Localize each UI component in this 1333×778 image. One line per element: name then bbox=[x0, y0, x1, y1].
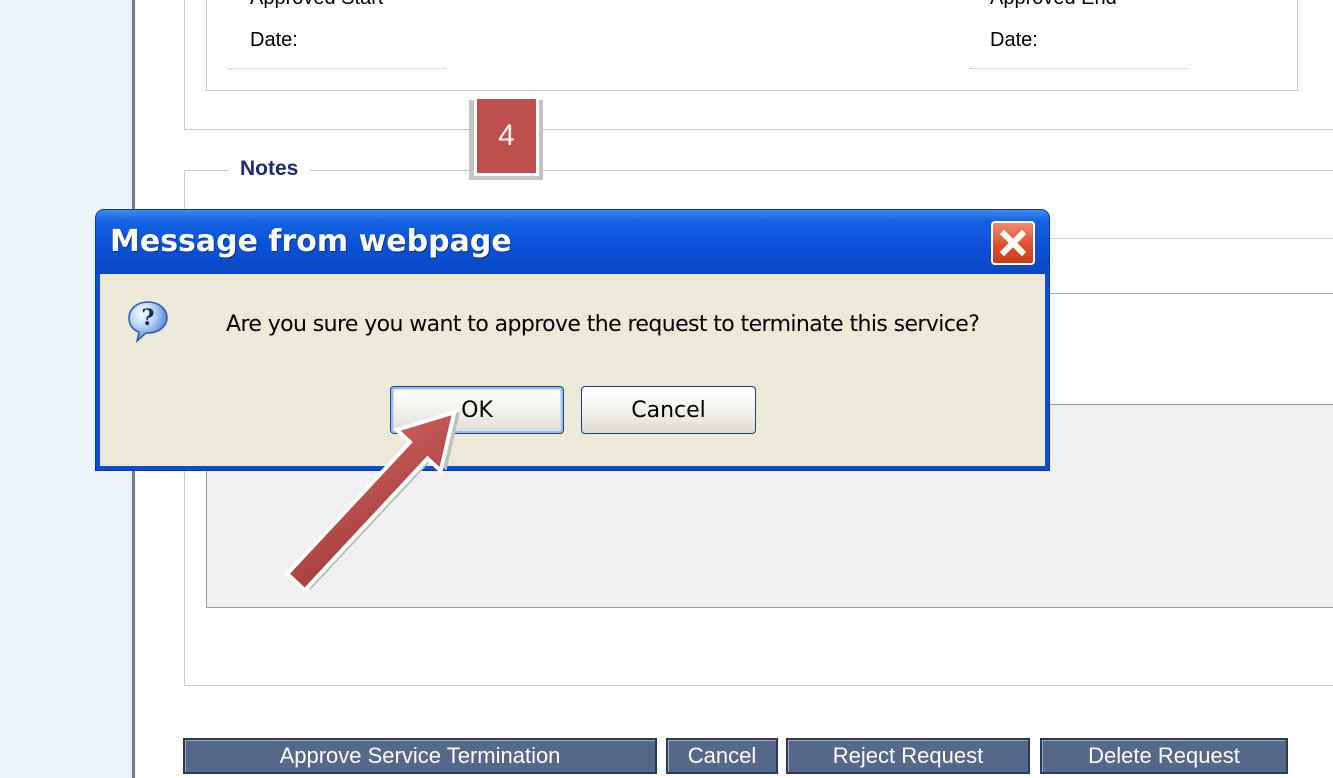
screenshot-stage: Approved Start Date: Approved End Date: … bbox=[0, 0, 1333, 778]
pointer-arrow-icon bbox=[284, 409, 460, 594]
